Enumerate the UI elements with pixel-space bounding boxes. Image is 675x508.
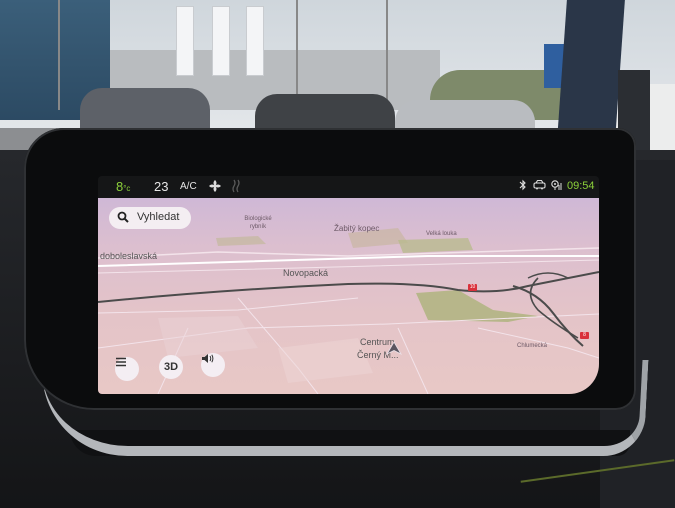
left-temp[interactable]: 8°c — [116, 179, 130, 194]
dealer-pillar — [557, 0, 625, 140]
pole — [386, 0, 388, 110]
seat-heat-icon[interactable] — [231, 179, 243, 196]
menu-icon — [116, 357, 126, 367]
right-temp[interactable]: 23 — [154, 179, 168, 194]
view-mode-button[interactable]: 3D — [159, 355, 183, 379]
road-number-badge: 8 — [580, 332, 589, 339]
sound-button[interactable] — [201, 353, 225, 377]
ac-label[interactable]: A/C — [180, 181, 197, 192]
map-label: Žabitý kopec — [334, 224, 380, 233]
speaker-icon — [202, 354, 214, 363]
fan-icon[interactable] — [208, 179, 222, 196]
navigation-map[interactable]: Vyhledat Biologické rybník Žabitý kopec … — [98, 198, 599, 394]
search-button[interactable]: Vyhledat — [109, 207, 191, 229]
status-bar: 8°c 23 A/C 09:54 — [98, 176, 599, 198]
map-label: Velká louka — [426, 231, 457, 237]
clock: 09:54 — [567, 180, 595, 192]
map-label: Chlumecká — [517, 343, 548, 349]
car-connect-icon — [533, 179, 546, 194]
map-label: Biologické rybník — [244, 216, 272, 230]
map-label: doboleslavská — [100, 251, 158, 261]
search-label: Vyhledat — [137, 211, 180, 223]
photo-scene: 8°c 23 A/C 09:54 Vyhledat Biologické ryb… — [0, 0, 675, 508]
flag — [176, 6, 194, 76]
road-number-badge: 10 — [468, 284, 477, 291]
signal-icon — [550, 179, 562, 194]
map-label: Novopacká — [283, 268, 329, 278]
bluetooth-icon — [519, 179, 527, 194]
pole — [58, 0, 60, 110]
menu-button[interactable] — [115, 357, 139, 381]
infotainment-screen: 8°c 23 A/C 09:54 Vyhledat Biologické ryb… — [98, 176, 599, 394]
flag — [246, 6, 264, 76]
flag — [212, 6, 230, 76]
